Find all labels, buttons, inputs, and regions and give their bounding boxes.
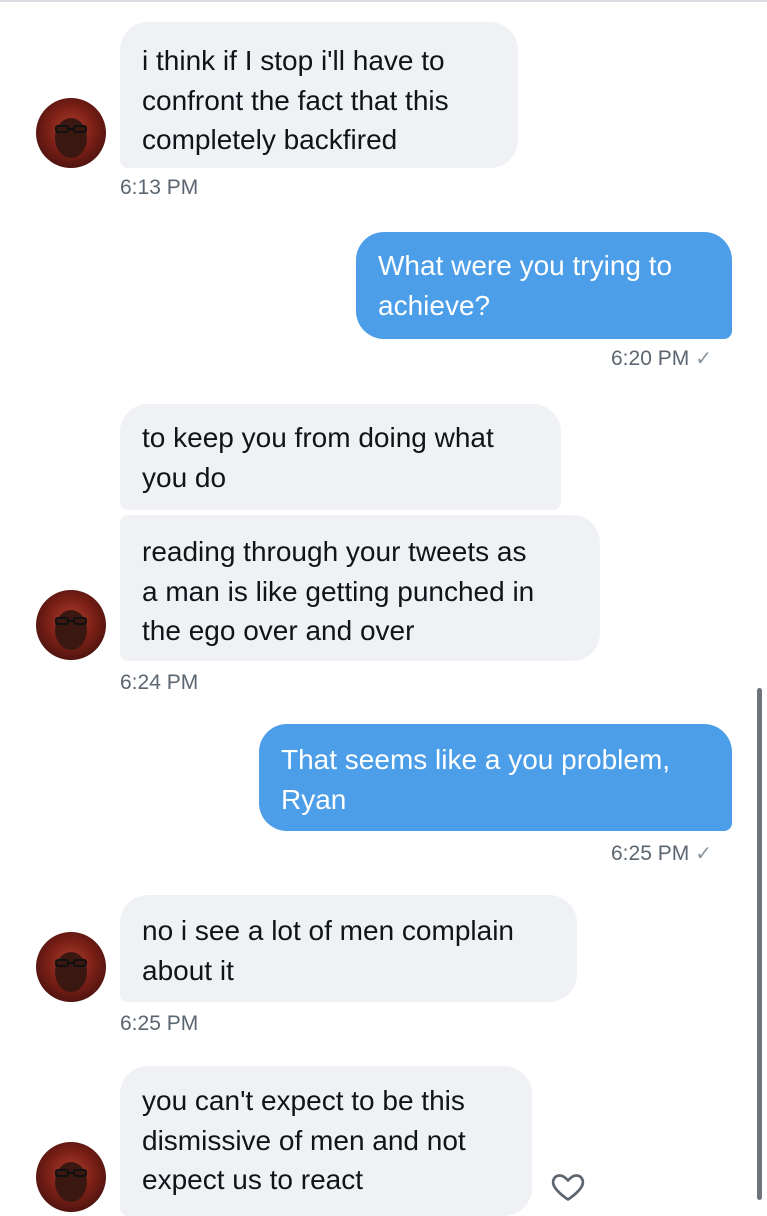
message-line: completely backfired <box>142 124 398 155</box>
heart-outline-icon <box>551 1174 585 1201</box>
timestamp: 6:24 PM <box>120 671 199 694</box>
message-line: That seems like a you problem, <box>281 744 671 775</box>
timestamp: 6:25 PM <box>120 1012 199 1035</box>
timestamp: 6:13 PM <box>120 176 199 199</box>
avatar[interactable] <box>36 98 106 168</box>
incoming-message[interactable]: no i see a lot of men complain about it <box>120 895 577 1002</box>
message-line: achieve? <box>378 289 491 321</box>
read-check-icon: ✓ <box>695 843 712 865</box>
avatar-photo <box>55 952 87 992</box>
message-line: a man is like getting punched in <box>142 575 535 607</box>
timestamp: 6:20 PM ✓ <box>611 347 712 371</box>
message-line: What were you trying to <box>378 250 673 281</box>
incoming-message[interactable]: i think if I stop i'll have to confront … <box>120 22 518 168</box>
heart-icon[interactable] <box>550 1168 586 1204</box>
message-line: dismissive of men and not <box>142 1124 466 1156</box>
message-line: no i see a lot of men complain <box>142 915 514 946</box>
outgoing-message[interactable]: What were you trying to achieve? <box>356 232 732 339</box>
read-check-icon: ✓ <box>695 348 712 370</box>
incoming-message[interactable]: you can't expect to be this dismissive o… <box>120 1066 532 1216</box>
avatar-photo <box>55 1162 87 1202</box>
message-line: the ego over and over <box>142 615 415 646</box>
message-line: you do <box>142 461 227 493</box>
message-line: about it <box>142 954 234 986</box>
timestamp: 6:25 PM ✓ <box>611 842 712 866</box>
message-line: confront the fact that this <box>142 84 449 116</box>
message-line: Ryan <box>281 783 347 815</box>
timestamp-text: 6:20 PM <box>611 347 690 370</box>
avatar-photo <box>55 118 87 158</box>
avatar[interactable] <box>36 590 106 660</box>
message-line: to keep you from doing what <box>142 422 494 453</box>
avatar[interactable] <box>36 932 106 1002</box>
message-line: reading through your tweets as <box>142 536 527 567</box>
message-line: you can't expect to be this <box>142 1085 465 1116</box>
incoming-message[interactable]: reading through your tweets as a man is … <box>120 515 600 661</box>
avatar[interactable] <box>36 1142 106 1212</box>
outgoing-message[interactable]: That seems like a you problem, Ryan <box>259 724 732 831</box>
message-line: i think if I stop i'll have to <box>142 45 445 76</box>
scrollbar[interactable] <box>757 688 762 1200</box>
top-divider <box>0 0 767 2</box>
incoming-message[interactable]: to keep you from doing what you do <box>120 404 561 510</box>
timestamp-text: 6:25 PM <box>611 842 690 865</box>
message-line: expect us to react <box>142 1164 364 1195</box>
avatar-photo <box>55 610 87 650</box>
